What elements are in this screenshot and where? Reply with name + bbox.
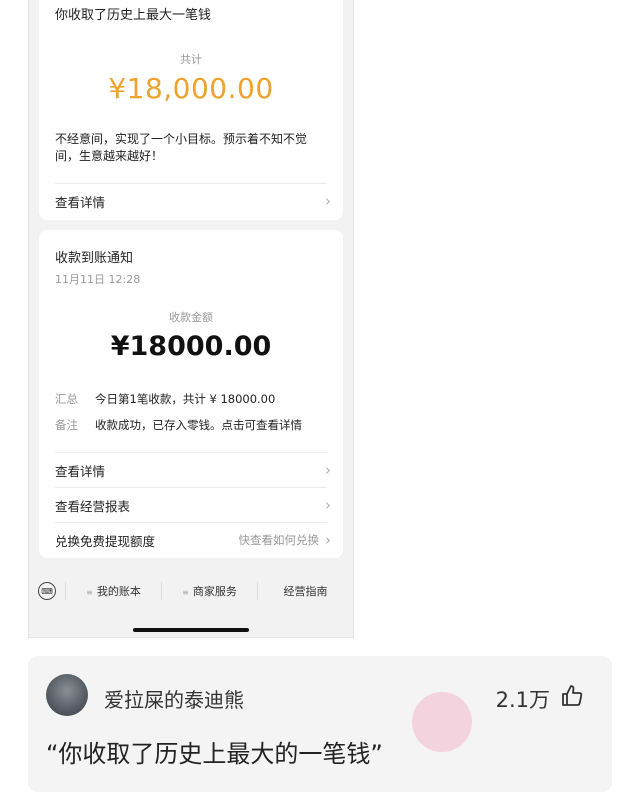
chevron-right-icon: ›: [325, 461, 331, 479]
note-value: 收款成功，已存入零钱。点击可查看详情: [95, 418, 302, 432]
chevron-right-icon: ›: [325, 531, 331, 549]
featured-comment-stamp: [412, 692, 472, 752]
keyboard-toggle[interactable]: ⌨: [29, 582, 65, 600]
notification-title: 收款到账通知: [55, 251, 134, 266]
row-label: 查看详情: [55, 194, 106, 210]
menu-merchant-services[interactable]: ≡ 商家服务: [162, 583, 257, 599]
milestone-card[interactable]: 你收取了历史上最大一笔钱 共计 ¥18,000.00 不经意间，实现了一个小目标…: [39, 0, 343, 220]
business-report-row[interactable]: 查看经营报表 ›: [55, 488, 331, 522]
note-key: 备注: [55, 418, 78, 432]
top-comment: 爱拉屎的泰迪熊 2.1万 “你收取了历史上最大的一笔钱”: [28, 656, 612, 792]
milestone-description: 不经意间，实现了一个小目标。预示着不知不觉间，生意越来越好！: [55, 132, 308, 163]
note-line: 备注 收款成功，已存入零钱。点击可查看详情: [55, 417, 302, 433]
thumbs-up-icon[interactable]: [560, 684, 584, 708]
row-label: 查看详情: [55, 463, 106, 479]
chevron-right-icon: ›: [325, 192, 331, 210]
wechat-pay-screen: 你收取了历史上最大一笔钱 共计 ¥18,000.00 不经意间，实现了一个小目标…: [28, 0, 354, 638]
amount-label: 收款金额: [169, 311, 213, 324]
view-details-row[interactable]: 查看详情 ›: [55, 453, 331, 487]
menu-label: 商家服务: [192, 585, 237, 598]
row-label: 查看经营报表: [55, 498, 131, 514]
view-details-link[interactable]: 查看详情 ›: [55, 184, 331, 218]
payment-amount: ¥18000.00: [110, 331, 272, 362]
avatar[interactable]: [46, 674, 88, 716]
summary-value: 今日第1笔收款，共计 ¥ 18000.00: [95, 392, 276, 406]
chevron-right-icon: ›: [325, 496, 331, 514]
withdraw-quota-row[interactable]: 兑换免费提现额度 快查看如何兑换 ›: [55, 523, 331, 557]
notification-time: 11月11日 12:28: [55, 273, 141, 286]
payment-notification-card[interactable]: 收款到账通知 11月11日 12:28 收款金额 ¥18000.00 汇总 今日…: [39, 230, 343, 558]
summary-line: 汇总 今日第1笔收款，共计 ¥ 18000.00: [55, 391, 275, 407]
menu-label: 经营指南: [283, 585, 328, 598]
menu-business-guide[interactable]: 经营指南: [258, 583, 353, 599]
bottom-menu-bar: ⌨ ≡ 我的账本 ≡ 商家服务 经营指南: [29, 570, 353, 612]
menu-dots-icon: ≡: [86, 588, 93, 597]
menu-my-ledger[interactable]: ≡ 我的账本: [66, 583, 161, 599]
summary-key: 汇总: [55, 392, 78, 406]
row-label: 兑换免费提现额度: [55, 533, 156, 549]
home-indicator[interactable]: [133, 628, 249, 632]
total-label: 共计: [180, 53, 202, 66]
menu-dots-icon: ≡: [182, 588, 189, 597]
menu-label: 我的账本: [96, 585, 141, 598]
milestone-title: 你收取了历史上最大一笔钱: [55, 8, 212, 23]
like-count: 2.1万: [495, 688, 550, 712]
comment-username[interactable]: 爱拉屎的泰迪熊: [104, 684, 244, 713]
comment-text: “你收取了历史上最大的一笔钱”: [46, 740, 383, 768]
row-hint: 快查看如何兑换: [238, 533, 320, 547]
total-amount: ¥18,000.00: [108, 72, 274, 105]
keyboard-icon: ⌨: [38, 582, 56, 600]
